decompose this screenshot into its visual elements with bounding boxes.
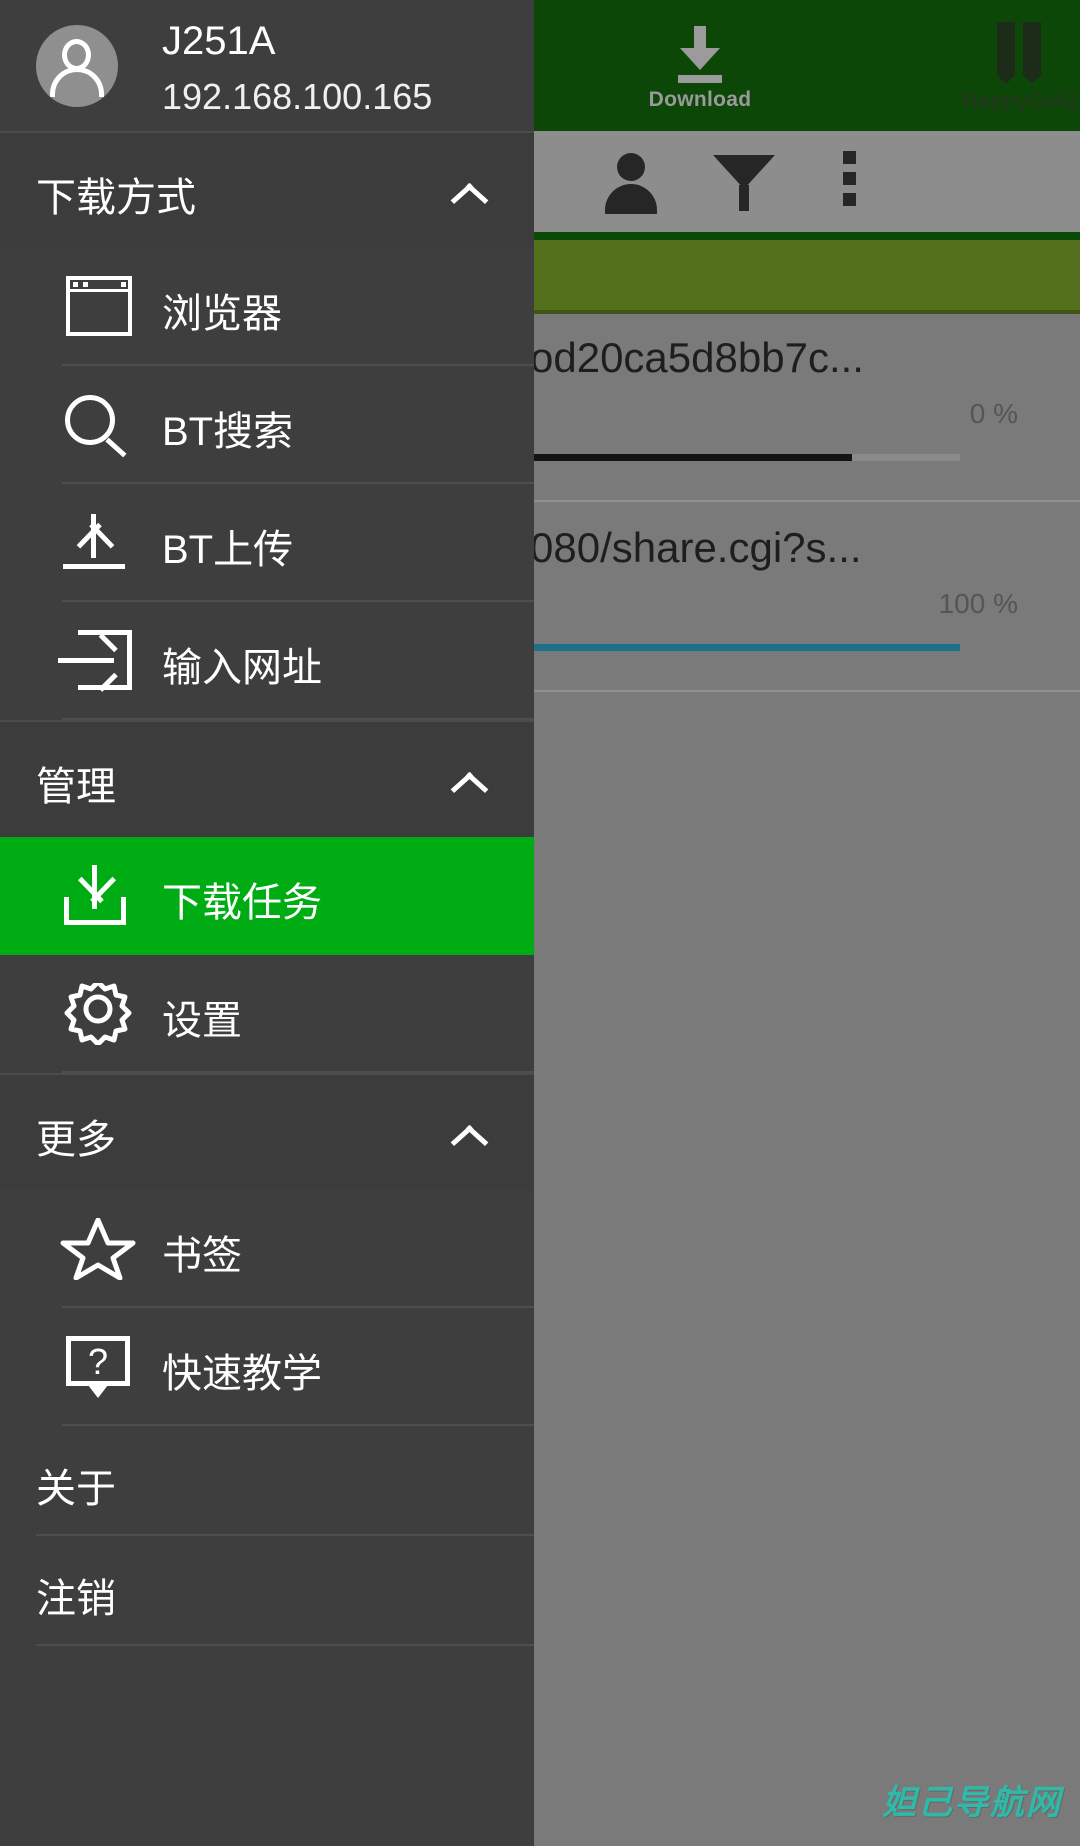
chevron-up-icon[interactable]: [452, 177, 486, 211]
help-bubble-icon: ?: [58, 1336, 138, 1398]
task-name: od20ca5d8bb7c...: [530, 334, 864, 381]
sidebar-item-label: 书签: [162, 1234, 242, 1278]
pause-logo-icon: [992, 22, 1048, 84]
sidebar-item-label: BT上传: [162, 528, 294, 572]
app-brand-label: HappyGet2: [961, 88, 1079, 113]
task-percent: 0 %: [969, 398, 1018, 429]
watermark: 妲己导航网: [882, 1784, 1062, 1822]
browser-window-icon: [58, 276, 138, 338]
device-ip-address: 192.168.100.165: [162, 76, 433, 117]
sidebar-item-label: 输入网址: [162, 646, 322, 690]
device-name: J251A: [162, 19, 276, 63]
sidebar-item-label: 设置: [162, 999, 242, 1043]
gear-icon: [58, 983, 138, 1045]
sidebar-item-label: 浏览器: [162, 292, 282, 336]
task-divider: [530, 690, 1080, 692]
filter-funnel-icon[interactable]: [713, 151, 775, 213]
sidebar-item-bookmarks[interactable]: 书签: [0, 1190, 534, 1308]
sidebar-item-tutorial[interactable]: ? 快速教学: [0, 1308, 534, 1426]
sidebar-item-download-tasks[interactable]: 下载任务: [0, 837, 534, 955]
sidebar-item-label: 关于: [36, 1467, 116, 1511]
sidebar-item-about[interactable]: 关于: [0, 1426, 534, 1536]
navigation-drawer: J251A 192.168.100.165 下载方式 浏览器 BT搜索 BT上传: [0, 0, 534, 1846]
sidebar-item-browser[interactable]: 浏览器: [0, 248, 534, 366]
task-percent: 100 %: [938, 588, 1018, 619]
sidebar-item-label: 注销: [36, 1577, 116, 1621]
sidebar-item-bt-search[interactable]: BT搜索: [0, 366, 534, 484]
sidebar-item-enter-url[interactable]: 输入网址: [0, 602, 534, 720]
sidebar-item-bt-upload[interactable]: BT上传: [0, 484, 534, 602]
appbar-download-button[interactable]: Download: [610, 26, 790, 112]
avatar: [36, 25, 118, 107]
drawer-header[interactable]: J251A 192.168.100.165: [0, 0, 534, 131]
upload-arrow-icon: [58, 512, 138, 574]
appbar-download-label: Download: [648, 88, 752, 111]
app-brand: HappyGet2: [940, 22, 1080, 114]
task-progress-fill: [530, 454, 852, 461]
chevron-up-icon[interactable]: [452, 1119, 486, 1153]
section-title: 更多: [36, 1118, 116, 1162]
sidebar-item-label: 快速教学: [162, 1352, 322, 1396]
section-title: 下载方式: [36, 176, 196, 220]
sidebar-item-logout[interactable]: 注销: [0, 1536, 534, 1646]
task-progress-fill: [530, 644, 960, 651]
section-header-management[interactable]: 管理: [0, 720, 534, 837]
person-icon[interactable]: [600, 151, 662, 214]
download-arrow-icon: [677, 26, 723, 83]
chevron-up-icon[interactable]: [452, 766, 486, 800]
task-divider: [530, 500, 1080, 502]
enter-arrow-icon: [58, 630, 138, 692]
sidebar-item-label: BT搜索: [162, 410, 294, 454]
section-title: 管理: [36, 765, 116, 809]
download-tray-icon: [58, 865, 138, 927]
search-icon: [58, 394, 138, 458]
divider: [36, 1644, 534, 1646]
sidebar-item-settings[interactable]: 设置: [0, 955, 534, 1073]
section-header-more[interactable]: 更多: [0, 1073, 534, 1190]
section-header-download-method[interactable]: 下载方式: [0, 131, 534, 248]
overflow-menu-icon[interactable]: [838, 151, 860, 217]
star-icon: [58, 1218, 138, 1280]
sidebar-item-label: 下载任务: [162, 881, 322, 925]
task-name: 080/share.cgi?s...: [530, 524, 862, 571]
